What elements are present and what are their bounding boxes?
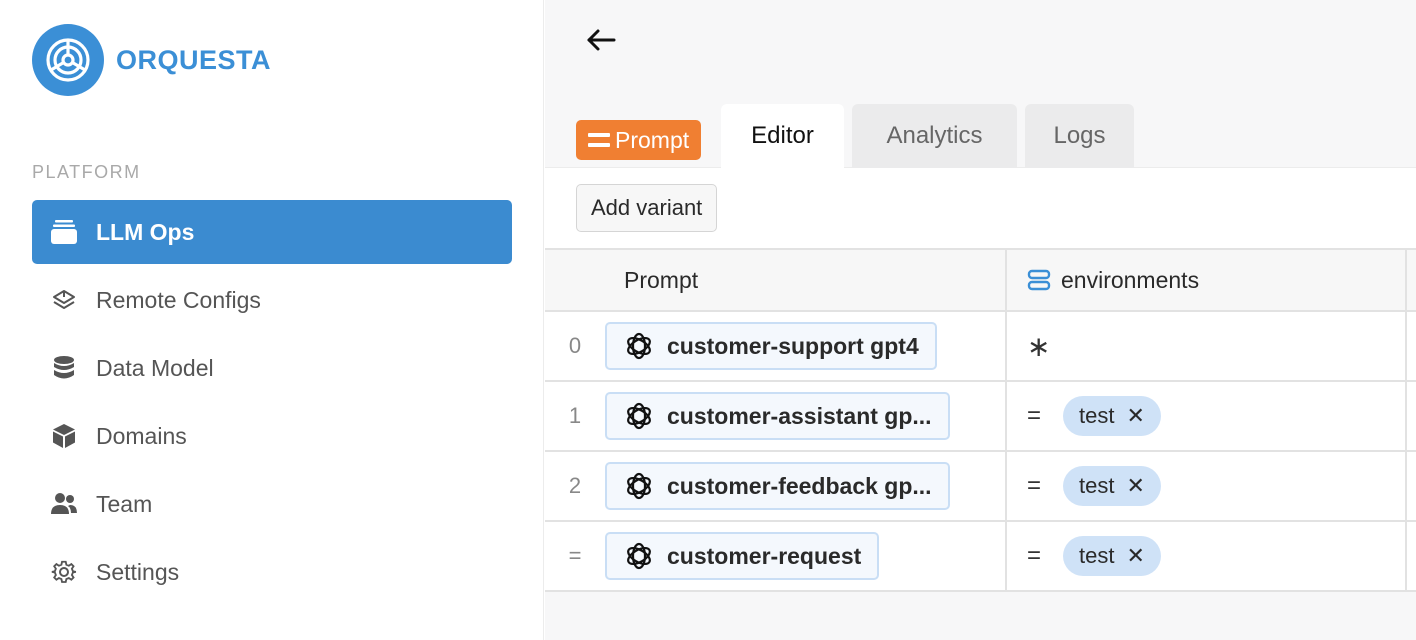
prompt-chip[interactable]: customer-request — [605, 532, 880, 580]
environment-any: ∗ — [1027, 330, 1051, 362]
prompt-cell: customer-feedback gp... — [605, 452, 1007, 520]
environment-tag: test ✕ — [1063, 396, 1161, 436]
sidebar-item-label: Data Model — [96, 354, 214, 381]
openai-icon — [627, 542, 651, 570]
brand[interactable]: ORQUESTA — [32, 24, 271, 96]
row-index: = — [568, 543, 582, 568]
table-header-row: Prompt environments — [545, 248, 1416, 312]
table-row: 0 customer-support gpt4 ∗ — [545, 312, 1416, 382]
environment-tag: test ✕ — [1063, 536, 1161, 576]
column-header-prompt: Prompt — [605, 250, 1007, 310]
editor-toolbar: Add variant — [545, 168, 1416, 248]
row-index: 2 — [568, 473, 582, 498]
layers-icon — [50, 286, 78, 314]
openai-icon — [627, 472, 651, 500]
remove-tag-icon[interactable]: ✕ — [1126, 403, 1144, 429]
table-row: 2 customer-feedback gp... = test ✕ — [545, 452, 1416, 522]
prompt-chip[interactable]: customer-feedback gp... — [605, 462, 950, 510]
sidebar: ORQUESTA PLATFORM LLM Ops Remote Configs… — [0, 0, 544, 640]
variants-table: Prompt environments 0 customer-support g… — [545, 248, 1416, 592]
remove-tag-icon[interactable]: ✕ — [1126, 543, 1144, 569]
tab-label: Logs — [1053, 122, 1106, 149]
prompt-chip[interactable]: customer-assistant gp... — [605, 392, 950, 440]
prompt-type-badge: Prompt — [576, 120, 702, 160]
column-header-environments: environments — [1007, 250, 1407, 310]
sidebar-item-llm-ops[interactable]: LLM Ops — [32, 200, 512, 264]
environment-operator: = — [1027, 472, 1042, 499]
arrow-left-icon — [587, 29, 616, 51]
table-row: = customer-request = test ✕ — [545, 522, 1416, 592]
sidebar-item-label: Domains — [96, 422, 187, 449]
tab-editor[interactable]: Editor — [721, 104, 844, 168]
brand-name: ORQUESTA — [116, 44, 272, 75]
environment-tag-label: test — [1079, 403, 1115, 428]
prompt-cell: customer-support gpt4 — [605, 312, 1007, 380]
row-index: 0 — [568, 333, 582, 358]
sidebar-item-data-model[interactable]: Data Model — [32, 336, 512, 400]
sidebar-item-label: Team — [96, 490, 153, 517]
sidebar-item-remote-configs[interactable]: Remote Configs — [32, 268, 512, 332]
prompt-cell: customer-request — [605, 522, 1007, 590]
sidebar-item-settings[interactable]: Settings — [32, 540, 512, 604]
prompt-cell: customer-assistant gp... — [605, 382, 1007, 450]
index-header — [545, 250, 605, 310]
environment-cell[interactable]: ∗ — [1007, 312, 1407, 380]
sidebar-nav: LLM Ops Remote Configs Data Model Domain… — [32, 200, 512, 608]
tab-label: Analytics — [886, 122, 983, 149]
sidebar-item-label: Settings — [96, 558, 180, 585]
environment-cell[interactable]: = test ✕ — [1007, 382, 1407, 450]
prompt-name: customer-request — [667, 542, 862, 569]
prompt-name: customer-support gpt4 — [667, 332, 919, 359]
tab-label: Editor — [751, 122, 814, 149]
tabs-row: Prompt Editor Analytics Logs — [545, 104, 1416, 168]
column-header-label: environments — [1061, 266, 1200, 293]
prompt-name: customer-feedback gp... — [667, 472, 932, 499]
sidebar-item-label: Remote Configs — [96, 286, 261, 313]
database-icon — [50, 354, 78, 382]
add-variant-button[interactable]: Add variant — [576, 184, 718, 232]
server-icon — [1027, 269, 1051, 291]
main-panel: Prompt Editor Analytics Logs Add variant… — [545, 0, 1416, 640]
back-button[interactable] — [581, 22, 621, 58]
prompt-chip[interactable]: customer-support gpt4 — [605, 322, 937, 370]
remove-tag-icon[interactable]: ✕ — [1126, 473, 1144, 499]
tab-analytics[interactable]: Analytics — [852, 104, 1017, 168]
row-index: 1 — [568, 403, 582, 428]
environment-operator: = — [1027, 402, 1042, 429]
users-icon — [50, 490, 78, 518]
cube-icon — [50, 422, 78, 450]
environment-cell[interactable]: = test ✕ — [1007, 522, 1407, 590]
tab-logs[interactable]: Logs — [1025, 104, 1134, 168]
table-row: 1 customer-assistant gp... = test ✕ — [545, 382, 1416, 452]
stack-icon — [50, 218, 78, 246]
sidebar-item-domains[interactable]: Domains — [32, 404, 512, 468]
environment-tag: test ✕ — [1063, 466, 1161, 506]
gear-icon — [50, 558, 78, 586]
sidebar-item-team[interactable]: Team — [32, 472, 512, 536]
equals-icon — [588, 133, 610, 147]
prompt-type-label: Prompt — [615, 126, 690, 153]
openai-icon — [627, 402, 651, 430]
environment-tag-label: test — [1079, 473, 1115, 498]
openai-icon — [627, 332, 651, 360]
environment-cell[interactable]: = test ✕ — [1007, 452, 1407, 520]
sidebar-item-label: LLM Ops — [96, 218, 195, 245]
section-label-platform: PLATFORM — [32, 162, 141, 182]
prompt-name: customer-assistant gp... — [667, 402, 932, 429]
environment-operator: = — [1027, 542, 1042, 569]
environment-tag-label: test — [1079, 543, 1115, 568]
orquesta-logo-icon — [32, 24, 104, 96]
